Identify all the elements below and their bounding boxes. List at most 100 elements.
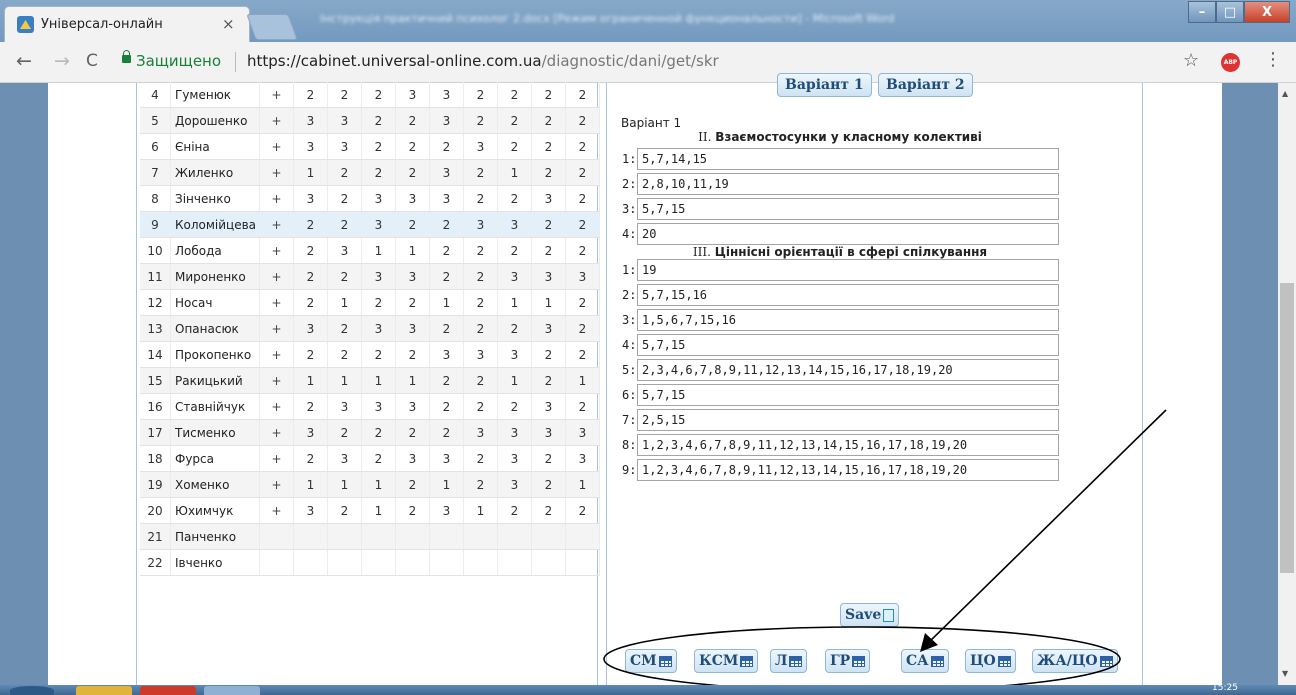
report-button-1[interactable]: СМ xyxy=(625,649,677,673)
start-button[interactable] xyxy=(10,686,54,695)
section-3-roman: III. xyxy=(692,245,711,259)
score-cell: 2 xyxy=(429,315,464,342)
score-cell: 1 xyxy=(565,471,600,498)
minimize-button[interactable]: – xyxy=(1188,1,1216,23)
report-button-7[interactable]: ЖА/ЦО xyxy=(1032,649,1118,673)
answer-input[interactable]: 5,7,15 xyxy=(637,198,1059,220)
section-3-title-text: Ціннісні орієнтації в сфері спілкування xyxy=(714,245,988,259)
score-cell: 2 xyxy=(293,211,328,238)
score-cell: 2 xyxy=(531,82,566,108)
answer-input[interactable]: 19 xyxy=(637,259,1059,281)
score-cell: 2 xyxy=(497,82,532,108)
score-cell: 2 xyxy=(531,211,566,238)
answer-label: 6: xyxy=(622,388,637,402)
score-cell: 2 xyxy=(565,315,600,342)
scroll-up-arrow-icon[interactable]: ▲ xyxy=(1282,89,1288,98)
score-cell: 2 xyxy=(463,393,498,420)
scrollbar-thumb[interactable] xyxy=(1280,283,1294,573)
student-scores-table: 4 Гуменюк +2 2 2 3 3 2 2 2 2 5 Дорошенко +3 3 2 2 3 2 2 2 2 6 Є… xyxy=(140,82,600,576)
variant-1-button[interactable]: Варіант 1 xyxy=(777,73,872,97)
presence-mark: + xyxy=(259,471,294,498)
student-name: Фурса xyxy=(170,445,260,472)
table-row: 20 Юхимчук +3 2 1 2 3 1 2 2 2 xyxy=(140,497,600,524)
score-cell: 3 xyxy=(565,263,600,290)
taskbar-explorer-icon[interactable] xyxy=(76,686,132,695)
score-cell: 1 xyxy=(497,367,532,394)
answer-input[interactable]: 20 xyxy=(637,223,1059,245)
row-number: 7 xyxy=(140,159,171,186)
new-tab-button[interactable] xyxy=(246,14,298,40)
answer-label: 2: xyxy=(622,288,637,302)
score-cell: 2 xyxy=(395,341,430,368)
taskbar-word-icon[interactable] xyxy=(204,686,260,695)
answer-input[interactable]: 5,7,14,15 xyxy=(637,148,1059,170)
student-name: Опанасюк xyxy=(170,315,260,342)
score-cell: 1 xyxy=(429,289,464,316)
current-variant-label: Варіант 1 xyxy=(621,116,682,130)
answer-input[interactable]: 2,8,10,11,19 xyxy=(637,173,1059,195)
score-cell: 3 xyxy=(293,185,328,212)
page-scrollbar[interactable]: ▲ ▼ xyxy=(1278,83,1296,685)
row-number: 19 xyxy=(140,471,171,498)
reload-icon[interactable]: C xyxy=(86,51,98,71)
maximize-button[interactable]: □ xyxy=(1216,1,1244,23)
left-page-margin xyxy=(0,83,48,685)
student-name: Коломійцева xyxy=(170,211,260,238)
table-row: 21 Панченко xyxy=(140,523,600,550)
table-icon xyxy=(789,655,803,667)
score-cell xyxy=(429,523,464,550)
answer-label: 9: xyxy=(622,463,637,477)
score-cell: 2 xyxy=(395,471,430,498)
bookmark-star-icon[interactable]: ☆ xyxy=(1183,50,1199,71)
score-cell: 2 xyxy=(565,393,600,420)
answer-input[interactable]: 1,2,3,4,6,7,8,9,11,12,13,14,15,16,17,18,… xyxy=(637,434,1059,456)
score-cell: 2 xyxy=(565,82,600,108)
report-button-3[interactable]: Л xyxy=(770,649,808,673)
window-close-button[interactable]: X xyxy=(1244,1,1290,23)
back-arrow-icon[interactable]: ← xyxy=(16,50,32,72)
row-number: 12 xyxy=(140,289,171,316)
answer-label: 2: xyxy=(622,177,637,191)
score-cell: 2 xyxy=(497,133,532,160)
score-cell: 2 xyxy=(395,497,430,524)
answer-input[interactable]: 5,7,15 xyxy=(637,334,1059,356)
score-cell: 3 xyxy=(497,419,532,446)
report-button-5[interactable]: СА xyxy=(901,649,949,673)
score-cell: 2 xyxy=(429,133,464,160)
taskbar-chrome-icon[interactable] xyxy=(140,686,196,695)
answer-input[interactable]: 2,3,4,6,7,8,9,11,12,13,14,15,16,17,18,19… xyxy=(637,359,1059,381)
score-cell: 2 xyxy=(327,497,362,524)
score-cell: 3 xyxy=(395,263,430,290)
row-number: 15 xyxy=(140,367,171,394)
score-cell: 2 xyxy=(395,211,430,238)
tab-close-icon[interactable]: × xyxy=(222,15,235,33)
answer-input[interactable]: 5,7,15,16 xyxy=(637,284,1059,306)
report-button-6[interactable]: ЦО xyxy=(965,649,1016,673)
answer-input[interactable]: 1,2,3,4,6,7,8,9,11,12,13,14,15,16,17,18,… xyxy=(637,459,1059,481)
report-button-4[interactable]: ГР xyxy=(825,649,871,673)
score-cell: 2 xyxy=(293,393,328,420)
row-number: 18 xyxy=(140,445,171,472)
answer-input[interactable]: 2,5,15 xyxy=(637,409,1059,431)
score-cell: 1 xyxy=(293,471,328,498)
adblock-extension-icon[interactable]: ABP xyxy=(1221,53,1240,72)
browser-tab[interactable]: Універсал-онлайн × xyxy=(4,6,250,43)
url-field[interactable]: Защищено https://cabinet.universal-onlin… xyxy=(116,49,1176,75)
answer-input[interactable]: 1,5,6,7,15,16 xyxy=(637,309,1059,331)
report-button-2[interactable]: КСМ xyxy=(694,649,759,673)
variant-2-button[interactable]: Варіант 2 xyxy=(878,73,973,97)
table-row: 11 Мироненко +2 2 3 3 2 2 3 3 3 xyxy=(140,263,600,290)
score-cell: 2 xyxy=(361,82,396,108)
scroll-down-arrow-icon[interactable]: ▼ xyxy=(1282,669,1288,678)
score-cell: 2 xyxy=(361,107,396,134)
forward-arrow-icon[interactable]: → xyxy=(54,50,70,72)
table-icon xyxy=(997,655,1011,667)
score-cell: 3 xyxy=(531,263,566,290)
answer-input[interactable]: 5,7,15 xyxy=(637,384,1059,406)
save-button[interactable]: Save xyxy=(840,603,900,627)
score-cell: 2 xyxy=(463,289,498,316)
score-cell: 2 xyxy=(531,107,566,134)
table-row: 15 Ракицький +1 1 1 1 2 2 1 2 1 xyxy=(140,367,600,394)
score-cell: 2 xyxy=(293,341,328,368)
browser-menu-icon[interactable]: ⋮ xyxy=(1264,49,1282,70)
